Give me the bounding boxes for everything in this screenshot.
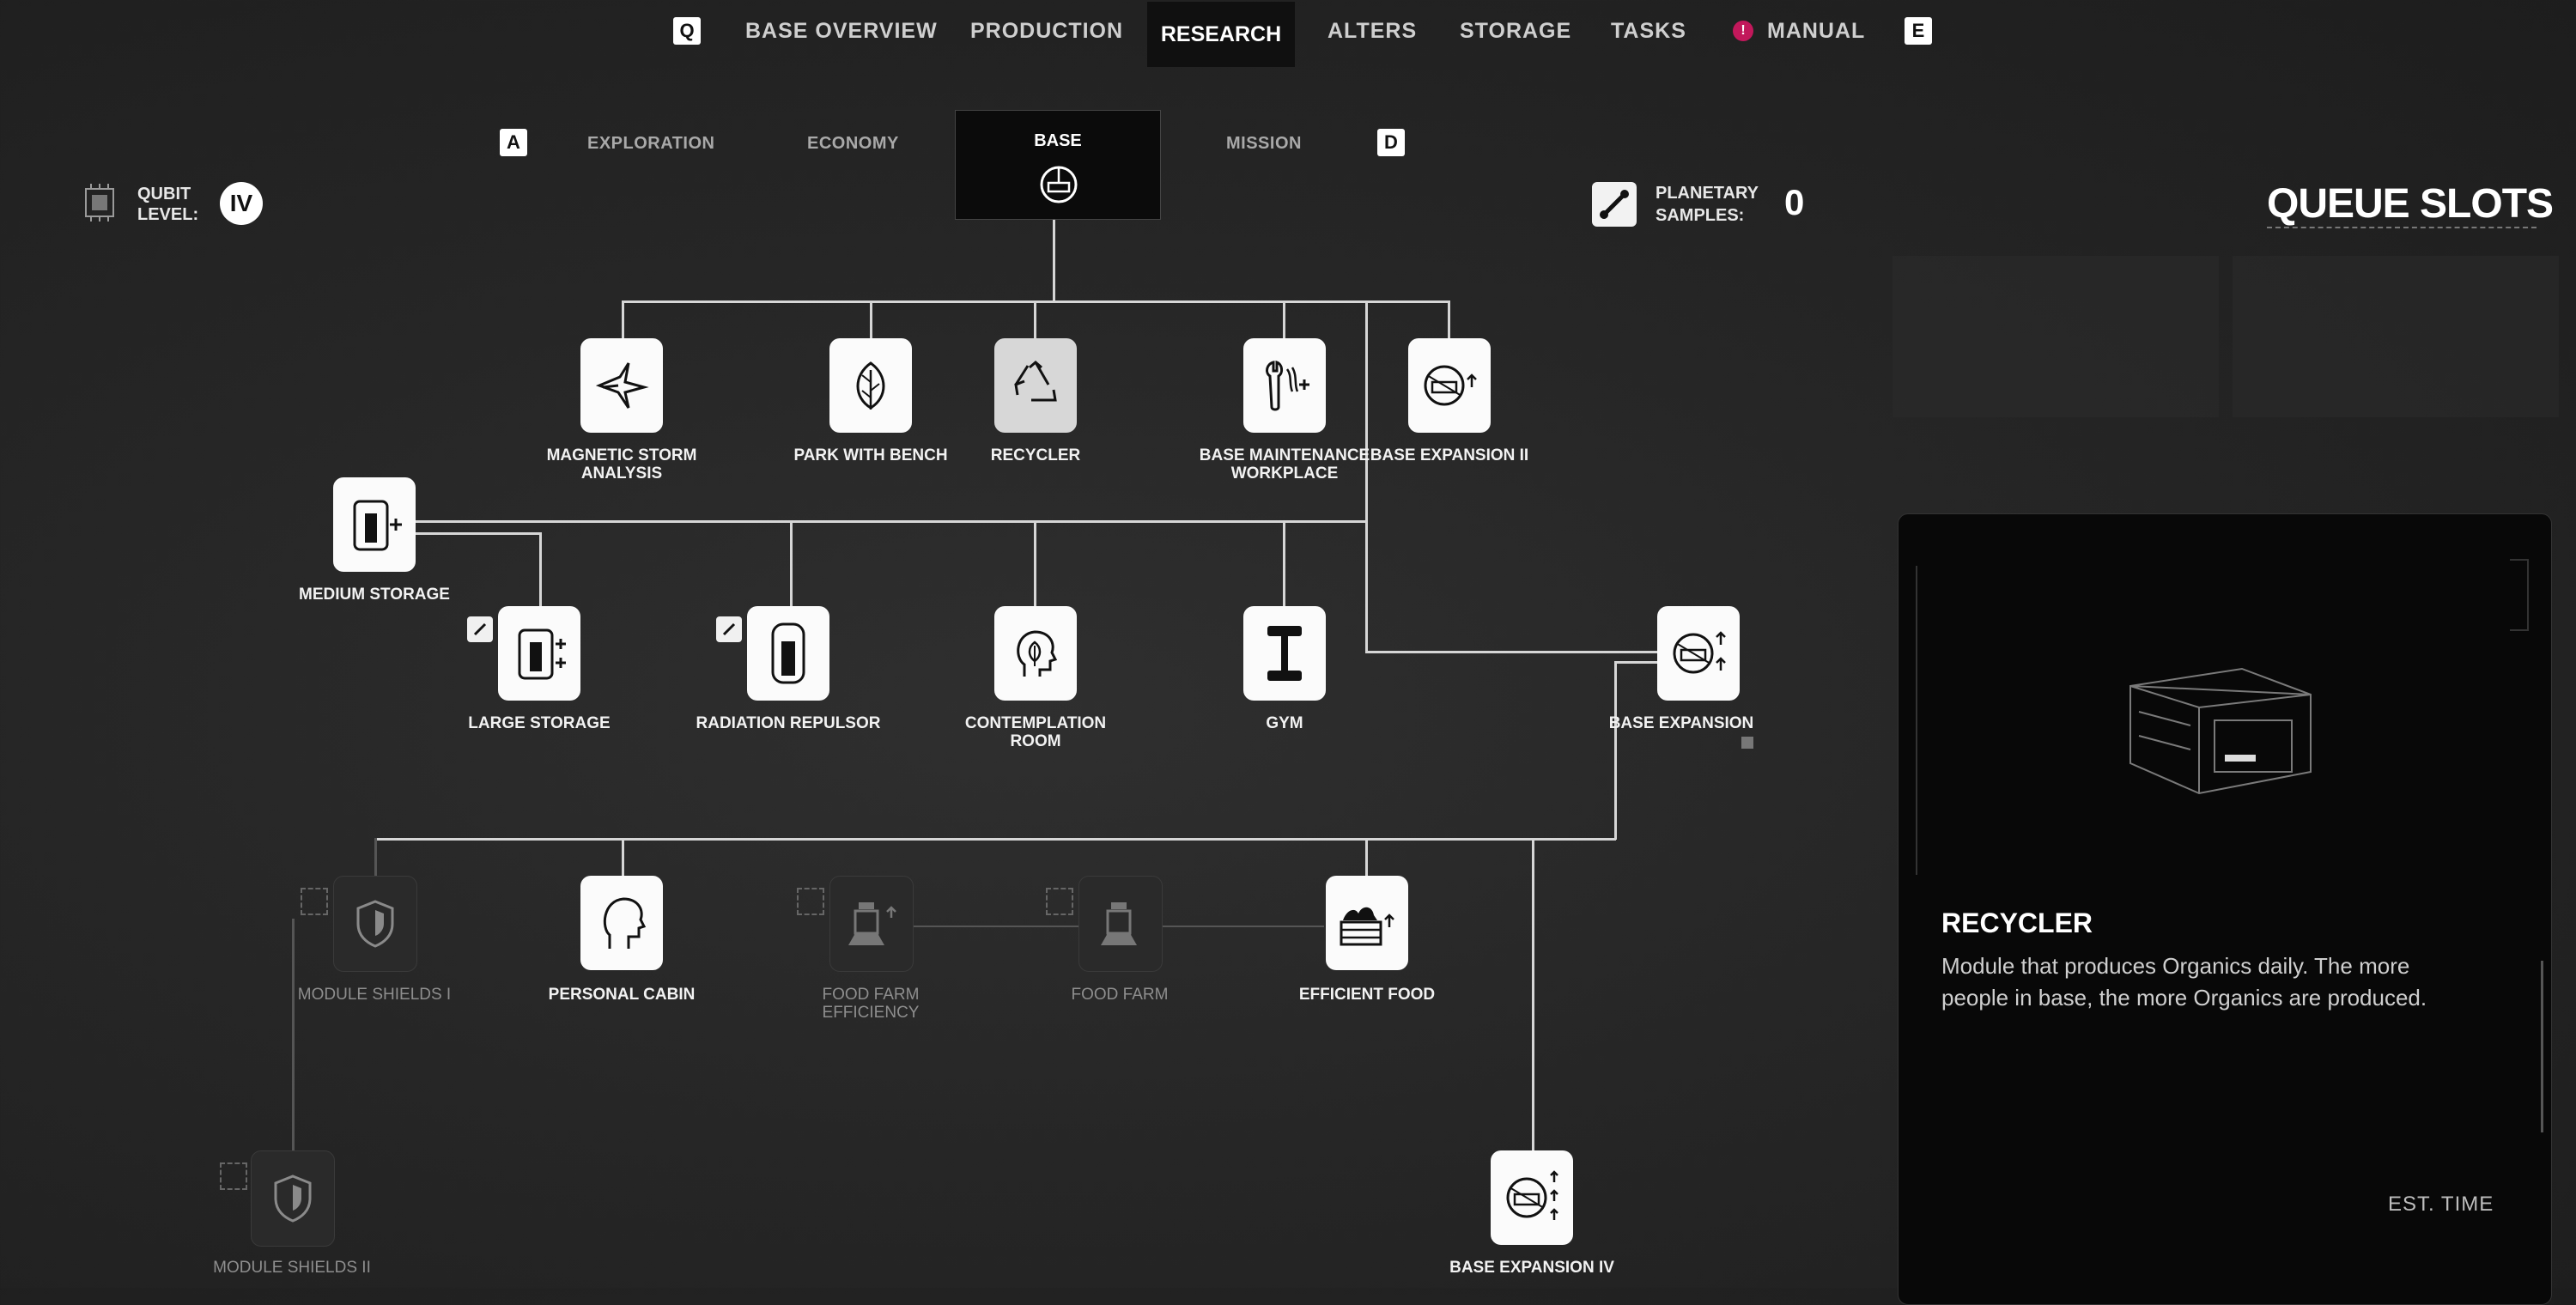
research-food-farm-efficiency[interactable]	[829, 876, 914, 972]
research-magnetic-storm-analysis[interactable]	[580, 338, 663, 433]
dumbbell-icon	[1267, 626, 1302, 681]
node-label: CONTEMPLATION ROOM	[964, 714, 1107, 750]
node-label: FOOD FARM	[1071, 986, 1169, 1004]
node-label: BASE EXPANSION	[1608, 714, 1754, 732]
person-head-icon	[603, 897, 647, 949]
queue-slot-1[interactable]	[1893, 256, 2219, 417]
nav-research[interactable]: RESEARCH	[1147, 2, 1295, 67]
locked-slot-icon	[301, 888, 328, 915]
node-label: MODULE SHIELDS I	[297, 986, 452, 1004]
recycler-module-preview	[2129, 667, 2312, 795]
subtab-economy[interactable]: ECONOMY	[807, 134, 899, 154]
sample-requirement-icon	[467, 616, 493, 642]
research-recycler[interactable]	[994, 338, 1077, 433]
recycle-icon	[1014, 361, 1057, 402]
shield-icon	[356, 900, 394, 948]
research-module-shields-ii[interactable]	[251, 1150, 335, 1247]
node-label: BASE MAINTENANCE WORKPLACE	[1199, 446, 1370, 483]
detail-description: Module that produces Organics daily. The…	[1941, 953, 2427, 1011]
queue-slots-title: QUEUE SLOTS	[2267, 181, 2554, 227]
queue-title-reflection	[2267, 227, 2537, 235]
research-base-maintenance-workplace[interactable]	[1243, 338, 1326, 433]
sample-requirement-icon	[716, 616, 742, 642]
research-base-expansion-iv[interactable]	[1491, 1150, 1573, 1245]
sample-probe-icon	[1592, 182, 1637, 227]
locked-slot-icon	[220, 1162, 247, 1190]
next-tab-key[interactable]: E	[1905, 17, 1932, 45]
base-icon	[1040, 166, 1078, 203]
research-food-farm[interactable]	[1078, 876, 1163, 972]
food-crate-icon	[1340, 907, 1394, 946]
expansion-level-marker-icon	[1741, 737, 1753, 749]
node-label: GYM	[1266, 714, 1303, 732]
detail-title: RECYCLER	[1941, 907, 2093, 938]
leaf-icon	[856, 361, 885, 410]
qubit-label: QUBIT LEVEL:	[137, 185, 199, 224]
queue-slot-2[interactable]	[2233, 256, 2559, 417]
research-personal-cabin[interactable]	[580, 876, 663, 970]
prev-subtab-key[interactable]: A	[500, 129, 527, 156]
prev-tab-key[interactable]: Q	[673, 17, 701, 45]
node-label: PERSONAL CABIN	[548, 986, 696, 1004]
manual-alert-badge: !	[1733, 21, 1753, 41]
repulsor-icon	[771, 622, 805, 684]
subtab-mission[interactable]: MISSION	[1226, 134, 1302, 154]
nav-storage[interactable]: STORAGE	[1460, 19, 1571, 44]
research-gym[interactable]	[1243, 606, 1326, 701]
storage-icon	[518, 628, 566, 680]
panel-frame-decoration	[2510, 559, 2529, 631]
shield-icon	[274, 1174, 312, 1223]
samples-label: PLANETARY SAMPLES:	[1656, 184, 1759, 225]
nav-tasks[interactable]: TASKS	[1611, 19, 1686, 44]
research-detail-panel: RECYCLER Module that produces Organics d…	[1898, 513, 2552, 1305]
research-large-storage[interactable]	[498, 606, 580, 701]
magnetic-storm-icon	[595, 362, 649, 409]
wrench-icon	[1266, 360, 1309, 411]
node-label: FOOD FARM EFFICIENCY	[822, 986, 920, 1022]
food-farm-icon	[848, 902, 896, 945]
node-label: PARK WITH BENCH	[793, 446, 948, 464]
research-radiation-repulsor[interactable]	[747, 606, 829, 701]
research-park-with-bench[interactable]	[829, 338, 912, 433]
research-medium-storage[interactable]	[333, 477, 416, 572]
nav-production[interactable]: PRODUCTION	[970, 19, 1123, 44]
food-farm-icon	[1101, 902, 1137, 945]
node-label: BASE EXPANSION II	[1370, 446, 1529, 464]
qubit-chip-icon	[85, 184, 114, 222]
research-module-shields-i[interactable]	[333, 876, 417, 972]
panel-frame-decoration	[1916, 566, 1923, 875]
nav-manual[interactable]: MANUAL	[1767, 19, 1865, 44]
research-base-expansion-iii[interactable]	[1657, 606, 1740, 701]
storage-icon	[353, 500, 402, 551]
research-contemplation-room[interactable]	[994, 606, 1077, 701]
research-base-expansion-ii[interactable]	[1408, 338, 1491, 433]
node-label: MODULE SHIELDS II	[213, 1259, 371, 1277]
node-label: RECYCLER	[990, 446, 1081, 464]
base-expansion-icon	[1673, 631, 1726, 674]
node-label: BASE EXPANSION IV	[1449, 1259, 1614, 1277]
qubit-level-value: IV	[220, 182, 263, 225]
subtab-exploration[interactable]: EXPLORATION	[587, 134, 714, 154]
base-expansion-icon	[1506, 1170, 1558, 1220]
node-label: MAGNETIC STORM ANALYSIS	[546, 446, 697, 483]
locked-slot-icon	[1046, 888, 1073, 915]
panel-scrollbar[interactable]	[2541, 961, 2543, 1132]
locked-slot-icon	[797, 888, 824, 915]
samples-value: 0	[1784, 182, 1805, 222]
node-label: RADIATION REPULSOR	[696, 714, 881, 732]
research-efficient-food[interactable]	[1326, 876, 1408, 970]
nav-base-overview[interactable]: BASE OVERVIEW	[745, 19, 938, 44]
subtab-base-label: BASE	[1034, 131, 1082, 150]
node-label: LARGE STORAGE	[468, 714, 611, 732]
est-time-label: EST. TIME	[2388, 1193, 2494, 1216]
subtab-base[interactable]: BASE	[955, 110, 1161, 220]
base-expansion-icon	[1424, 365, 1477, 406]
next-subtab-key[interactable]: D	[1377, 129, 1405, 156]
nav-alters[interactable]: ALTERS	[1327, 19, 1417, 44]
head-leaf-icon	[1017, 630, 1058, 677]
node-label: EFFICIENT FOOD	[1298, 986, 1436, 1004]
node-label: MEDIUM STORAGE	[299, 586, 450, 604]
